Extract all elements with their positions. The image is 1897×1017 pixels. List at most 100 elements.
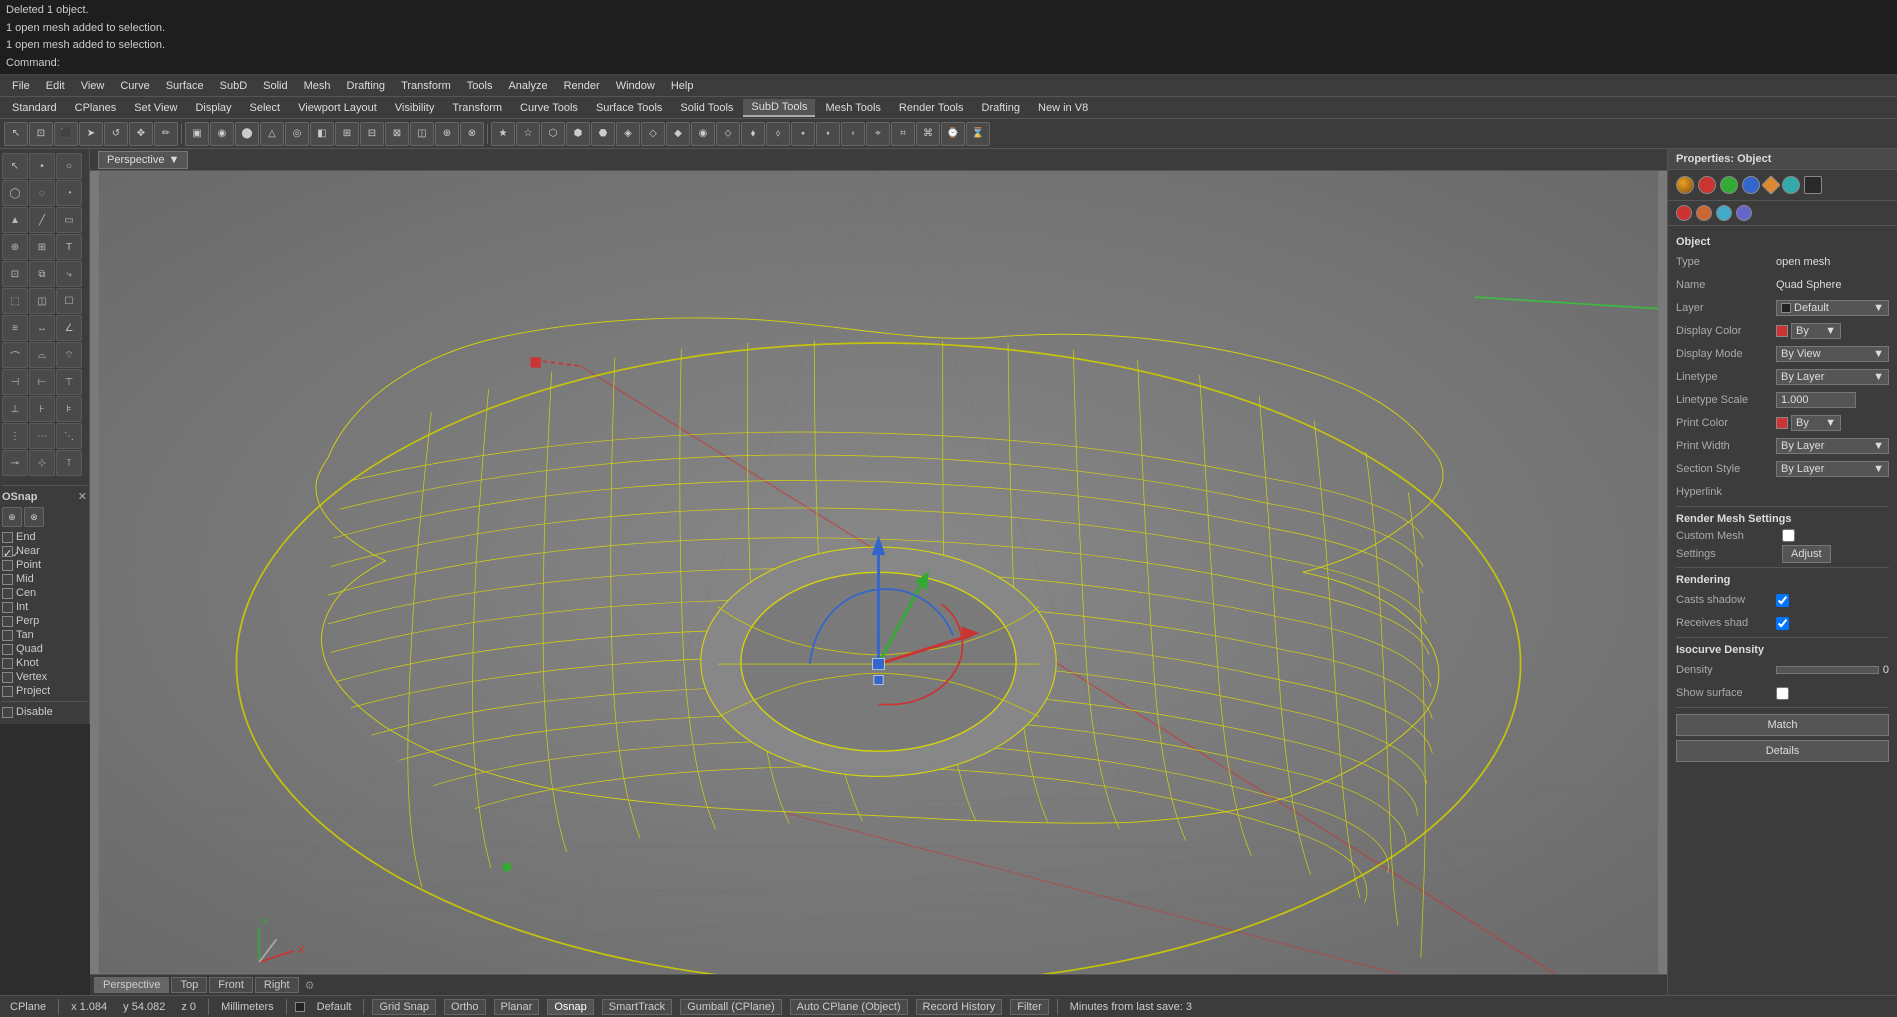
tab-select[interactable]: Select xyxy=(242,100,289,116)
vp-tab-right[interactable]: Right xyxy=(255,977,299,993)
osnap-check-project[interactable] xyxy=(2,686,13,697)
menu-solid[interactable]: Solid xyxy=(255,78,295,94)
tool-subd6[interactable]: ◈ xyxy=(616,122,640,146)
tool-mirror[interactable]: ◫ xyxy=(410,122,434,146)
osnap-close[interactable]: ✕ xyxy=(78,490,87,503)
osnap-item-point[interactable]: Point xyxy=(2,559,87,571)
tool-subd8[interactable]: ◆ xyxy=(666,122,690,146)
osnap-item-disable[interactable]: Disable xyxy=(2,706,87,718)
left-tool-h1[interactable]: ⋮ xyxy=(2,423,28,449)
left-tool-dist[interactable]: ↔ xyxy=(29,315,55,341)
menu-tools[interactable]: Tools xyxy=(459,78,501,94)
tab-surface-tools[interactable]: Surface Tools xyxy=(588,100,670,116)
adjust-button[interactable]: Adjust xyxy=(1782,545,1831,563)
density-bar[interactable] xyxy=(1776,666,1879,674)
menu-subd[interactable]: SubD xyxy=(212,78,256,94)
tool-subd1[interactable]: ★ xyxy=(491,122,515,146)
menu-window[interactable]: Window xyxy=(608,78,663,94)
tab-mesh-tools[interactable]: Mesh Tools xyxy=(817,100,888,116)
print-color-swatch[interactable] xyxy=(1776,417,1788,429)
details-button[interactable]: Details xyxy=(1676,740,1889,762)
prop-section-style-dropdown[interactable]: By Layer ▼ xyxy=(1776,461,1889,477)
osnap-check-near[interactable]: ✓ xyxy=(2,546,13,557)
left-tool-cage[interactable]: ⬚ xyxy=(2,288,28,314)
status-ortho[interactable]: Ortho xyxy=(444,999,486,1015)
left-tool-i2[interactable]: ⊹ xyxy=(29,450,55,476)
osnap-check-vertex[interactable] xyxy=(2,672,13,683)
osnap-item-vertex[interactable]: Vertex xyxy=(2,671,87,683)
tool-subd15[interactable]: ⬫ xyxy=(841,122,865,146)
status-osnap[interactable]: Osnap xyxy=(547,999,593,1015)
panel-icon-light[interactable] xyxy=(1742,176,1760,194)
vp-tab-top[interactable]: Top xyxy=(171,977,207,993)
status-gumball[interactable]: Gumball (CPlane) xyxy=(680,999,781,1015)
viewport-canvas[interactable]: X Y xyxy=(90,171,1667,974)
tool-group[interactable]: ⊗ xyxy=(460,122,484,146)
left-tool-triangle[interactable]: ▲ xyxy=(2,207,28,233)
tool-pipe[interactable]: ⊞ xyxy=(335,122,359,146)
display-color-dropdown[interactable]: By ▼ xyxy=(1791,323,1841,339)
menu-analyze[interactable]: Analyze xyxy=(500,78,555,94)
status-layer[interactable]: Default xyxy=(313,1001,356,1013)
tool-subd7[interactable]: ◇ xyxy=(641,122,665,146)
left-tool-trim[interactable]: ⊢ xyxy=(29,369,55,395)
tool-extra3[interactable]: ⌘ xyxy=(916,122,940,146)
status-units[interactable]: Millimeters xyxy=(217,1001,278,1013)
osnap-check-end[interactable] xyxy=(2,532,13,543)
command-prompt[interactable]: Command: xyxy=(6,55,1891,73)
menu-curve[interactable]: Curve xyxy=(112,78,157,94)
osnap-item-mid[interactable]: Mid xyxy=(2,573,87,585)
osnap-check-tan[interactable] xyxy=(2,630,13,641)
tab-subd-tools[interactable]: SubD Tools xyxy=(743,99,815,117)
tool-subd14[interactable]: ⬪ xyxy=(816,122,840,146)
tool-select-box[interactable]: ⊡ xyxy=(29,122,53,146)
tool-torus[interactable]: ◎ xyxy=(285,122,309,146)
tab-viewport-layout[interactable]: Viewport Layout xyxy=(290,100,385,116)
tab-display[interactable]: Display xyxy=(187,100,239,116)
osnap-check-knot[interactable] xyxy=(2,658,13,669)
osnap-item-end[interactable]: End xyxy=(2,531,87,543)
tool-subd11[interactable]: ⬧ xyxy=(741,122,765,146)
osnap-item-tan[interactable]: Tan xyxy=(2,629,87,641)
left-tool-block[interactable]: ⧉ xyxy=(29,261,55,287)
left-tool-pt[interactable]: ⊕ xyxy=(2,234,28,260)
osnap-check-cen[interactable] xyxy=(2,588,13,599)
panel-icon-material[interactable] xyxy=(1698,176,1716,194)
status-smarttrack[interactable]: SmartTrack xyxy=(602,999,672,1015)
prop-linetype-scale-input[interactable] xyxy=(1776,392,1856,408)
perspective-dropdown[interactable]: Perspective ▼ xyxy=(98,151,188,169)
panel-icon-env[interactable] xyxy=(1782,176,1800,194)
tool-window[interactable]: ⊠ xyxy=(385,122,409,146)
tool-3d-box[interactable]: ⬛ xyxy=(54,122,78,146)
custom-mesh-checkbox[interactable] xyxy=(1782,529,1795,542)
status-cplane[interactable]: CPlane xyxy=(6,1001,50,1013)
left-tool-text[interactable]: T xyxy=(56,234,82,260)
left-tool-g2[interactable]: ⊦ xyxy=(29,396,55,422)
left-tool-crv[interactable]: ⌓ xyxy=(29,342,55,368)
osnap-item-perp[interactable]: Perp xyxy=(2,615,87,627)
panel-icon-settings[interactable] xyxy=(1804,176,1822,194)
tab-cplanes[interactable]: CPlanes xyxy=(67,100,125,116)
tab-visibility[interactable]: Visibility xyxy=(387,100,443,116)
show-surface-checkbox[interactable] xyxy=(1776,687,1789,700)
tool-cylinder[interactable]: ⬤ xyxy=(235,122,259,146)
tab-transform[interactable]: Transform xyxy=(444,100,510,116)
tool-pencil[interactable]: ✏ xyxy=(154,122,178,146)
prop-layer-dropdown[interactable]: Default ▼ xyxy=(1776,300,1889,316)
vp-tab-perspective[interactable]: Perspective xyxy=(94,977,169,993)
osnap-tool-1[interactable]: ⊕ xyxy=(2,507,22,527)
menu-render[interactable]: Render xyxy=(556,78,608,94)
osnap-item-project[interactable]: Project xyxy=(2,685,87,697)
panel-icon-r1[interactable] xyxy=(1676,205,1692,221)
tab-curve-tools[interactable]: Curve Tools xyxy=(512,100,586,116)
tool-pyramid[interactable]: △ xyxy=(260,122,284,146)
panel-icon-sphere[interactable] xyxy=(1676,176,1694,194)
left-tool-extend[interactable]: ⊣ xyxy=(2,369,28,395)
panel-icon-r2[interactable] xyxy=(1696,205,1712,221)
status-grid-snap[interactable]: Grid Snap xyxy=(372,999,436,1015)
menu-surface[interactable]: Surface xyxy=(158,78,212,94)
left-tool-mesh[interactable]: ◫ xyxy=(29,288,55,314)
tab-standard[interactable]: Standard xyxy=(4,100,65,116)
tool-surface[interactable]: ◧ xyxy=(310,122,334,146)
tool-subd3[interactable]: ⬡ xyxy=(541,122,565,146)
